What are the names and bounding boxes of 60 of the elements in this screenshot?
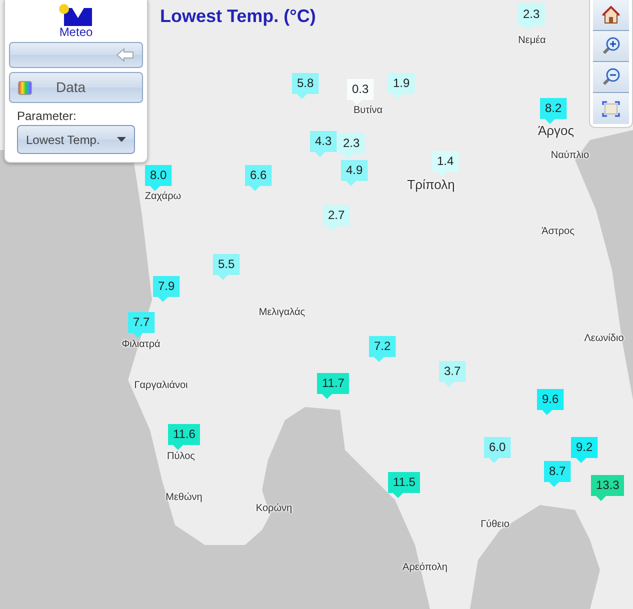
temperature-marker[interactable]: 5.8: [292, 73, 319, 99]
temperature-marker[interactable]: 13.3: [591, 475, 624, 501]
temperature-marker[interactable]: 8.0: [145, 165, 172, 191]
zoom-out-icon: [601, 67, 621, 87]
home-icon: [601, 5, 621, 25]
temperature-marker[interactable]: 2.7: [323, 205, 350, 231]
place-label: Κορώνη: [256, 503, 292, 514]
temperature-marker[interactable]: 11.7: [317, 373, 350, 399]
temperature-marker[interactable]: 1.4: [432, 151, 459, 177]
place-label: Νεμέα: [518, 35, 546, 46]
place-label: Άργος: [538, 124, 574, 138]
place-label: Ναύπλιο: [550, 150, 590, 161]
arrow-left-icon: [116, 48, 134, 62]
caret-icon: [117, 137, 126, 142]
color-scale-icon: [18, 80, 32, 94]
zoom-in-button[interactable]: [593, 31, 629, 62]
temperature-marker[interactable]: 4.9: [341, 160, 368, 186]
place-label: Γύθειο: [480, 519, 510, 530]
place-label: Τρίπολη: [407, 178, 455, 192]
place-label: Ζαχάρω: [144, 191, 182, 202]
temperature-marker[interactable]: 9.6: [537, 389, 564, 415]
temperature-marker[interactable]: 4.3: [310, 131, 337, 157]
place-label: Αρεόπολη: [402, 562, 448, 573]
temperature-marker[interactable]: 2.3: [338, 133, 365, 159]
temperature-marker[interactable]: 7.2: [369, 336, 396, 362]
parameter-label: Parameter:: [17, 108, 78, 125]
home-button[interactable]: [593, 0, 629, 31]
logo-icon: [58, 4, 94, 26]
temperature-marker[interactable]: 3.7: [439, 361, 466, 387]
zoom-in-icon: [601, 36, 621, 56]
temperature-marker[interactable]: 2.3: [518, 4, 545, 30]
temperature-marker[interactable]: 11.5: [388, 472, 420, 498]
place-label: Φιλιατρά: [122, 339, 160, 350]
place-label: Πύλος: [167, 451, 195, 462]
place-label: Μελιγαλάς: [258, 307, 306, 318]
place-label: Μεθώνη: [166, 492, 202, 503]
temperature-marker[interactable]: 7.7: [128, 312, 155, 338]
temperature-marker[interactable]: 6.0: [484, 437, 511, 463]
full-extent-button[interactable]: [593, 93, 629, 124]
temperature-marker[interactable]: 6.6: [245, 165, 272, 191]
temperature-marker[interactable]: 0.3: [347, 79, 374, 105]
temperature-marker[interactable]: 1.9: [388, 73, 415, 99]
section-label: Data: [56, 78, 86, 97]
full-extent-icon: [601, 98, 621, 118]
temperature-marker[interactable]: 5.5: [213, 254, 240, 280]
temperature-marker[interactable]: 9.2: [571, 437, 598, 463]
temperature-marker[interactable]: 7.9: [153, 276, 180, 302]
temperature-marker[interactable]: 8.7: [544, 461, 571, 487]
place-label: Βυτίνα: [353, 105, 383, 116]
temperature-marker[interactable]: 11.6: [168, 424, 200, 450]
place-label: Άστρος: [542, 226, 574, 237]
temperature-marker[interactable]: 8.2: [540, 98, 567, 124]
map-title: Lowest Temp. (°C): [160, 5, 316, 28]
place-label: Γαργαλιάνοι: [134, 380, 188, 391]
parameter-dropdown[interactable]: Lowest Temp.: [17, 125, 135, 154]
collapse-button[interactable]: [9, 42, 143, 68]
logo-text: Meteo: [59, 26, 93, 38]
data-section-header[interactable]: Data: [9, 72, 143, 103]
zoom-out-button[interactable]: [593, 62, 629, 93]
place-label: Λεωνίδιο: [584, 333, 624, 344]
